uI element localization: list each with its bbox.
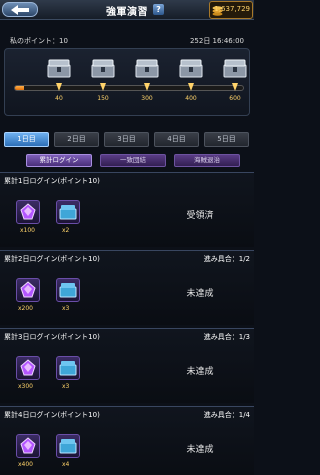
item-quantity: x100 bbox=[20, 227, 36, 234]
mission-row: 累計4日ログイン(ポイント10) 進み具合：1/4 x400 x4 未達成 bbox=[0, 406, 254, 475]
mission-title: 累計1日ログイン(ポイント10) bbox=[4, 177, 100, 185]
item-quantity: x300 bbox=[18, 383, 34, 390]
item-quantity: x400 bbox=[18, 461, 34, 468]
supply-crate-icon bbox=[59, 439, 77, 454]
reward-item[interactable] bbox=[16, 278, 40, 302]
currency-display: 1,637,729 bbox=[209, 1, 253, 19]
reward-item[interactable] bbox=[56, 356, 80, 380]
item-quantity: x200 bbox=[18, 305, 34, 312]
item-quantity: x3 bbox=[62, 383, 70, 390]
reward-item[interactable] bbox=[56, 434, 80, 458]
milestone-marker-icon bbox=[100, 83, 106, 91]
milestone-marker-icon bbox=[56, 83, 62, 91]
help-button[interactable]: ? bbox=[153, 4, 164, 15]
reward-item[interactable] bbox=[16, 200, 40, 224]
supply-crate-icon bbox=[59, 361, 77, 376]
mission-title: 累計3日ログイン(ポイント10) bbox=[4, 333, 100, 341]
tab-day-4[interactable]: 4日目 bbox=[154, 132, 199, 147]
currency-amount: 1,637,729 bbox=[214, 5, 250, 13]
my-points: 私のポイント：10 bbox=[10, 37, 68, 45]
item-quantity: x4 bbox=[62, 461, 70, 468]
mission-row: 累計1日ログイン(ポイント10) x100 x2 受領済 bbox=[0, 172, 254, 247]
supply-crate-icon bbox=[59, 205, 77, 220]
milestone-label: 40 bbox=[55, 95, 63, 102]
mission-row: 累計3日ログイン(ポイント10) 進み具合：1/3 x300 x3 未達成 bbox=[0, 328, 254, 403]
mission-status: 未達成 bbox=[186, 445, 214, 455]
item-quantity: x3 bbox=[62, 305, 70, 312]
purple-gem-icon bbox=[20, 203, 36, 220]
mission-progress: 進み具合：1/3 bbox=[203, 333, 250, 341]
reward-track-panel: 40 150 300 400 600 bbox=[4, 48, 250, 116]
purple-gem-icon bbox=[20, 437, 36, 454]
mission-title: 累計2日ログイン(ポイント10) bbox=[4, 255, 100, 263]
points-progress-bar bbox=[14, 85, 244, 91]
mission-progress: 進み具合：1/4 bbox=[203, 411, 250, 419]
reward-chest-icon[interactable] bbox=[179, 59, 203, 78]
purple-gem-icon bbox=[20, 281, 36, 298]
milestone-label: 600 bbox=[229, 95, 241, 102]
reward-item[interactable] bbox=[56, 200, 80, 224]
milestone-label: 150 bbox=[97, 95, 109, 102]
points-progress-fill bbox=[15, 86, 25, 90]
tab-day-2[interactable]: 2日目 bbox=[54, 132, 99, 147]
tab-day-5[interactable]: 5日目 bbox=[204, 132, 249, 147]
day-tabs: 1日目 2日目 3日目 4日目 5日目 bbox=[4, 132, 250, 148]
reward-chest-icon[interactable] bbox=[223, 59, 247, 78]
milestone-marker-icon bbox=[144, 83, 150, 91]
tab-day-1[interactable]: 1日目 bbox=[4, 132, 49, 147]
milestone-label: 300 bbox=[141, 95, 153, 102]
game-time: 252日 16:46:00 bbox=[189, 37, 244, 45]
supply-crate-icon bbox=[59, 283, 77, 298]
mission-progress: 進み具合：1/2 bbox=[203, 255, 250, 263]
purple-gem-icon bbox=[20, 359, 36, 376]
reward-chest-icon[interactable] bbox=[91, 59, 115, 78]
tab-cumulative-login[interactable]: 累計ログイン bbox=[26, 154, 92, 167]
tab-unity[interactable]: 一致団結 bbox=[100, 154, 166, 167]
mission-status: 未達成 bbox=[186, 289, 214, 299]
mission-status: 未達成 bbox=[186, 367, 214, 377]
item-quantity: x2 bbox=[62, 227, 70, 234]
reward-item[interactable] bbox=[56, 278, 80, 302]
top-bar: 強軍演習 ? 1,637,729 bbox=[0, 0, 254, 20]
reward-item[interactable] bbox=[16, 434, 40, 458]
tab-day-3[interactable]: 3日目 bbox=[104, 132, 149, 147]
mission-status: 受領済 bbox=[186, 211, 214, 221]
milestone-label: 400 bbox=[185, 95, 197, 102]
tab-pirate-hunt[interactable]: 海賊退治 bbox=[174, 154, 240, 167]
milestone-marker-icon bbox=[188, 83, 194, 91]
mission-title: 累計4日ログイン(ポイント10) bbox=[4, 411, 100, 419]
milestone-marker-icon bbox=[232, 83, 238, 91]
category-tabs: 累計ログイン 一致団結 海賊退治 bbox=[26, 154, 240, 168]
reward-item[interactable] bbox=[16, 356, 40, 380]
reward-chest-icon[interactable] bbox=[47, 59, 71, 78]
reward-chest-icon[interactable] bbox=[135, 59, 159, 78]
mission-row: 累計2日ログイン(ポイント10) 進み具合：1/2 x200 x3 未達成 bbox=[0, 250, 254, 325]
